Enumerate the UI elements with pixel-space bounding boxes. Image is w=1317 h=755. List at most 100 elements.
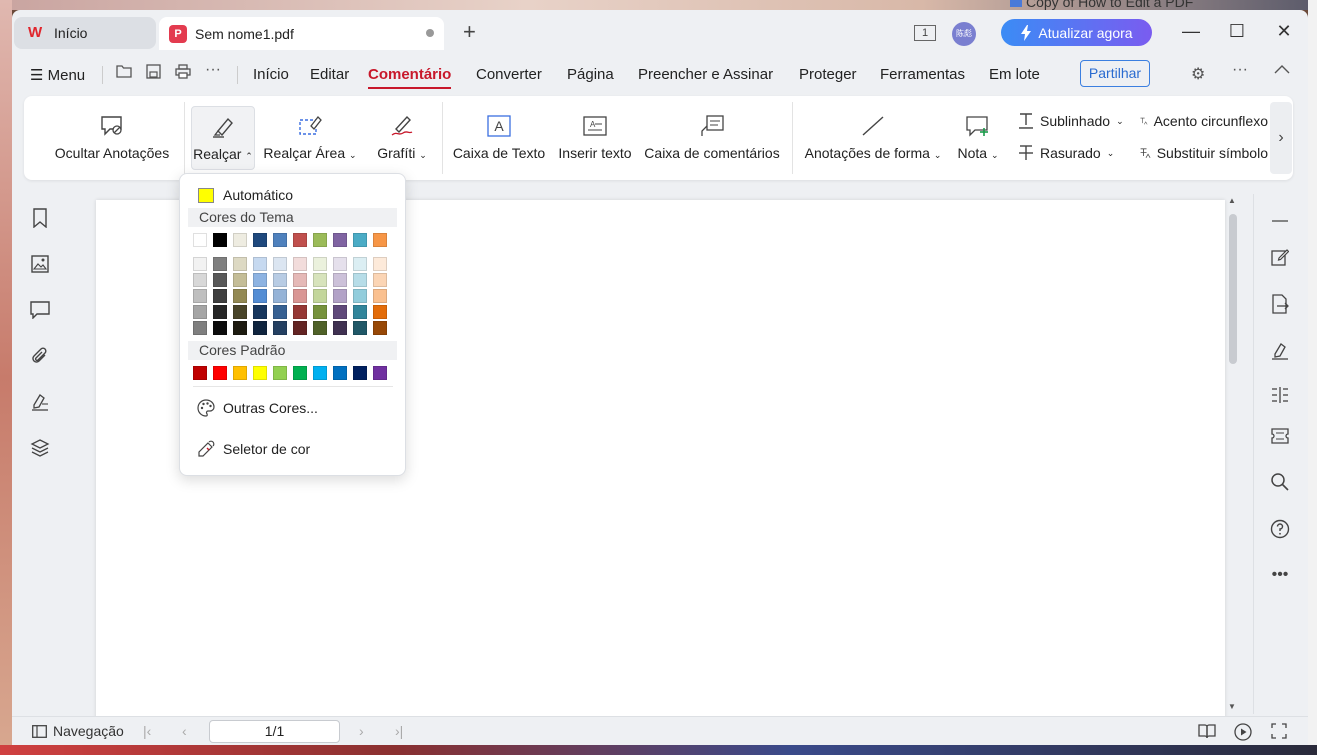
theme-shade-swatch[interactable] (193, 321, 207, 335)
navigation-button[interactable]: Navegação (32, 723, 124, 739)
graffiti-button[interactable]: Grafíti ⌄ (370, 96, 434, 180)
theme-shade-swatch[interactable] (353, 289, 367, 303)
note-button[interactable]: Nota ⌄ (952, 96, 1004, 180)
theme-color-swatch[interactable] (353, 233, 367, 247)
standard-color-swatch[interactable] (333, 366, 347, 380)
signature-icon[interactable] (28, 390, 52, 414)
open-folder-icon[interactable] (116, 64, 132, 83)
theme-shade-swatch[interactable] (233, 289, 247, 303)
collapse-panel-icon[interactable] (1267, 208, 1293, 234)
tab-home[interactable]: W Início (14, 17, 156, 49)
shape-annotations-button[interactable]: Anotações de forma ⌄ (804, 96, 942, 180)
print-icon[interactable] (175, 64, 191, 84)
maximize-icon[interactable]: ☐ (1227, 21, 1247, 42)
standard-color-swatch[interactable] (373, 366, 387, 380)
theme-shade-swatch[interactable] (313, 257, 327, 271)
theme-shade-swatch[interactable] (293, 305, 307, 319)
strikethrough-button[interactable]: Rasurado ⌄ (1018, 144, 1114, 162)
underline-button[interactable]: Sublinhado ⌄ (1018, 112, 1124, 130)
theme-shade-swatch[interactable] (313, 321, 327, 335)
new-tab-button[interactable]: + (463, 21, 476, 43)
theme-color-swatch[interactable] (333, 233, 347, 247)
theme-shade-swatch[interactable] (213, 257, 227, 271)
close-icon[interactable]: ✕ (1274, 21, 1294, 42)
menu-preencher-assinar[interactable]: Preencher e Assinar (638, 66, 773, 83)
theme-shade-swatch[interactable] (213, 273, 227, 287)
attachment-icon[interactable] (28, 344, 52, 368)
theme-shade-swatch[interactable] (333, 321, 347, 335)
theme-shade-swatch[interactable] (233, 273, 247, 287)
theme-shade-swatch[interactable] (253, 273, 267, 287)
theme-shade-swatch[interactable] (193, 257, 207, 271)
help-icon[interactable] (1267, 516, 1293, 542)
theme-shade-swatch[interactable] (353, 273, 367, 287)
theme-color-swatch[interactable] (293, 233, 307, 247)
scrollbar-thumb[interactable] (1229, 214, 1237, 364)
menu-comentario[interactable]: Comentário (368, 66, 452, 89)
caret-button[interactable]: Acento circunflexo (1140, 112, 1268, 130)
theme-shade-swatch[interactable] (373, 289, 387, 303)
vertical-scrollbar[interactable]: ▲ ▼ (1226, 194, 1240, 714)
menu-em-lote[interactable]: Em lote (989, 66, 1040, 83)
standard-color-swatch[interactable] (313, 366, 327, 380)
layers-icon[interactable] (28, 436, 52, 460)
theme-shade-swatch[interactable] (373, 273, 387, 287)
insert-text-button[interactable]: A Inserir texto (554, 96, 636, 180)
replace-symbol-button[interactable]: Substituir símbolo (1140, 144, 1268, 162)
standard-color-swatch[interactable] (353, 366, 367, 380)
theme-color-swatch[interactable] (253, 233, 267, 247)
theme-shade-swatch[interactable] (213, 321, 227, 335)
theme-color-swatch[interactable] (273, 233, 287, 247)
theme-shade-swatch[interactable] (333, 305, 347, 319)
previous-page-icon[interactable]: ‹ (182, 723, 187, 739)
share-button[interactable]: Partilhar (1080, 60, 1150, 87)
more-icon[interactable]: ••• (1267, 562, 1293, 588)
theme-shade-swatch[interactable] (353, 305, 367, 319)
play-icon[interactable] (1234, 723, 1252, 741)
thumbnails-icon[interactable] (28, 252, 52, 276)
scroll-up-icon[interactable]: ▲ (1228, 196, 1236, 205)
more-options-icon[interactable]: ··· (205, 61, 221, 79)
minimize-icon[interactable]: — (1181, 21, 1201, 42)
theme-shade-swatch[interactable] (373, 257, 387, 271)
text-box-button[interactable]: A Caixa de Texto (452, 96, 546, 180)
export-icon[interactable] (1267, 291, 1293, 317)
standard-color-swatch[interactable] (253, 366, 267, 380)
compare-icon[interactable] (1267, 382, 1293, 408)
standard-color-swatch[interactable] (233, 366, 247, 380)
standard-color-swatch[interactable] (193, 366, 207, 380)
theme-shade-swatch[interactable] (293, 257, 307, 271)
theme-shade-swatch[interactable] (233, 305, 247, 319)
menu-pagina[interactable]: Página (567, 66, 614, 83)
collapse-ribbon-icon[interactable] (1274, 61, 1290, 79)
theme-color-swatch[interactable] (193, 233, 207, 247)
theme-shade-swatch[interactable] (213, 289, 227, 303)
theme-shade-swatch[interactable] (273, 321, 287, 335)
comment-box-button[interactable]: Caixa de comentários (644, 96, 780, 180)
fullscreen-icon[interactable] (1271, 723, 1287, 739)
automatic-color-option[interactable]: Automático (198, 187, 293, 203)
theme-shade-swatch[interactable] (193, 305, 207, 319)
theme-shade-swatch[interactable] (353, 257, 367, 271)
theme-shade-swatch[interactable] (253, 257, 267, 271)
color-picker-option[interactable]: Seletor de cor (197, 440, 310, 458)
save-icon[interactable] (146, 64, 161, 84)
menu-button[interactable]: ☰ Menu (30, 66, 85, 84)
menu-inicio[interactable]: Início (253, 66, 289, 83)
next-page-icon[interactable]: › (359, 723, 364, 739)
more-menu-icon[interactable]: ··· (1232, 61, 1248, 79)
theme-shade-swatch[interactable] (273, 289, 287, 303)
theme-shade-swatch[interactable] (293, 321, 307, 335)
theme-shade-swatch[interactable] (253, 289, 267, 303)
comments-icon[interactable] (28, 298, 52, 322)
menu-proteger[interactable]: Proteger (799, 66, 857, 83)
tab-document[interactable]: P Sem nome1.pdf (159, 17, 444, 50)
theme-shade-swatch[interactable] (313, 305, 327, 319)
theme-shade-swatch[interactable] (273, 273, 287, 287)
theme-shade-swatch[interactable] (273, 257, 287, 271)
theme-shade-swatch[interactable] (233, 321, 247, 335)
menu-converter[interactable]: Converter (476, 66, 542, 83)
sign-pen-icon[interactable] (1267, 338, 1293, 364)
theme-shade-swatch[interactable] (253, 321, 267, 335)
ribbon-scroll-right-icon[interactable]: › (1270, 102, 1292, 174)
